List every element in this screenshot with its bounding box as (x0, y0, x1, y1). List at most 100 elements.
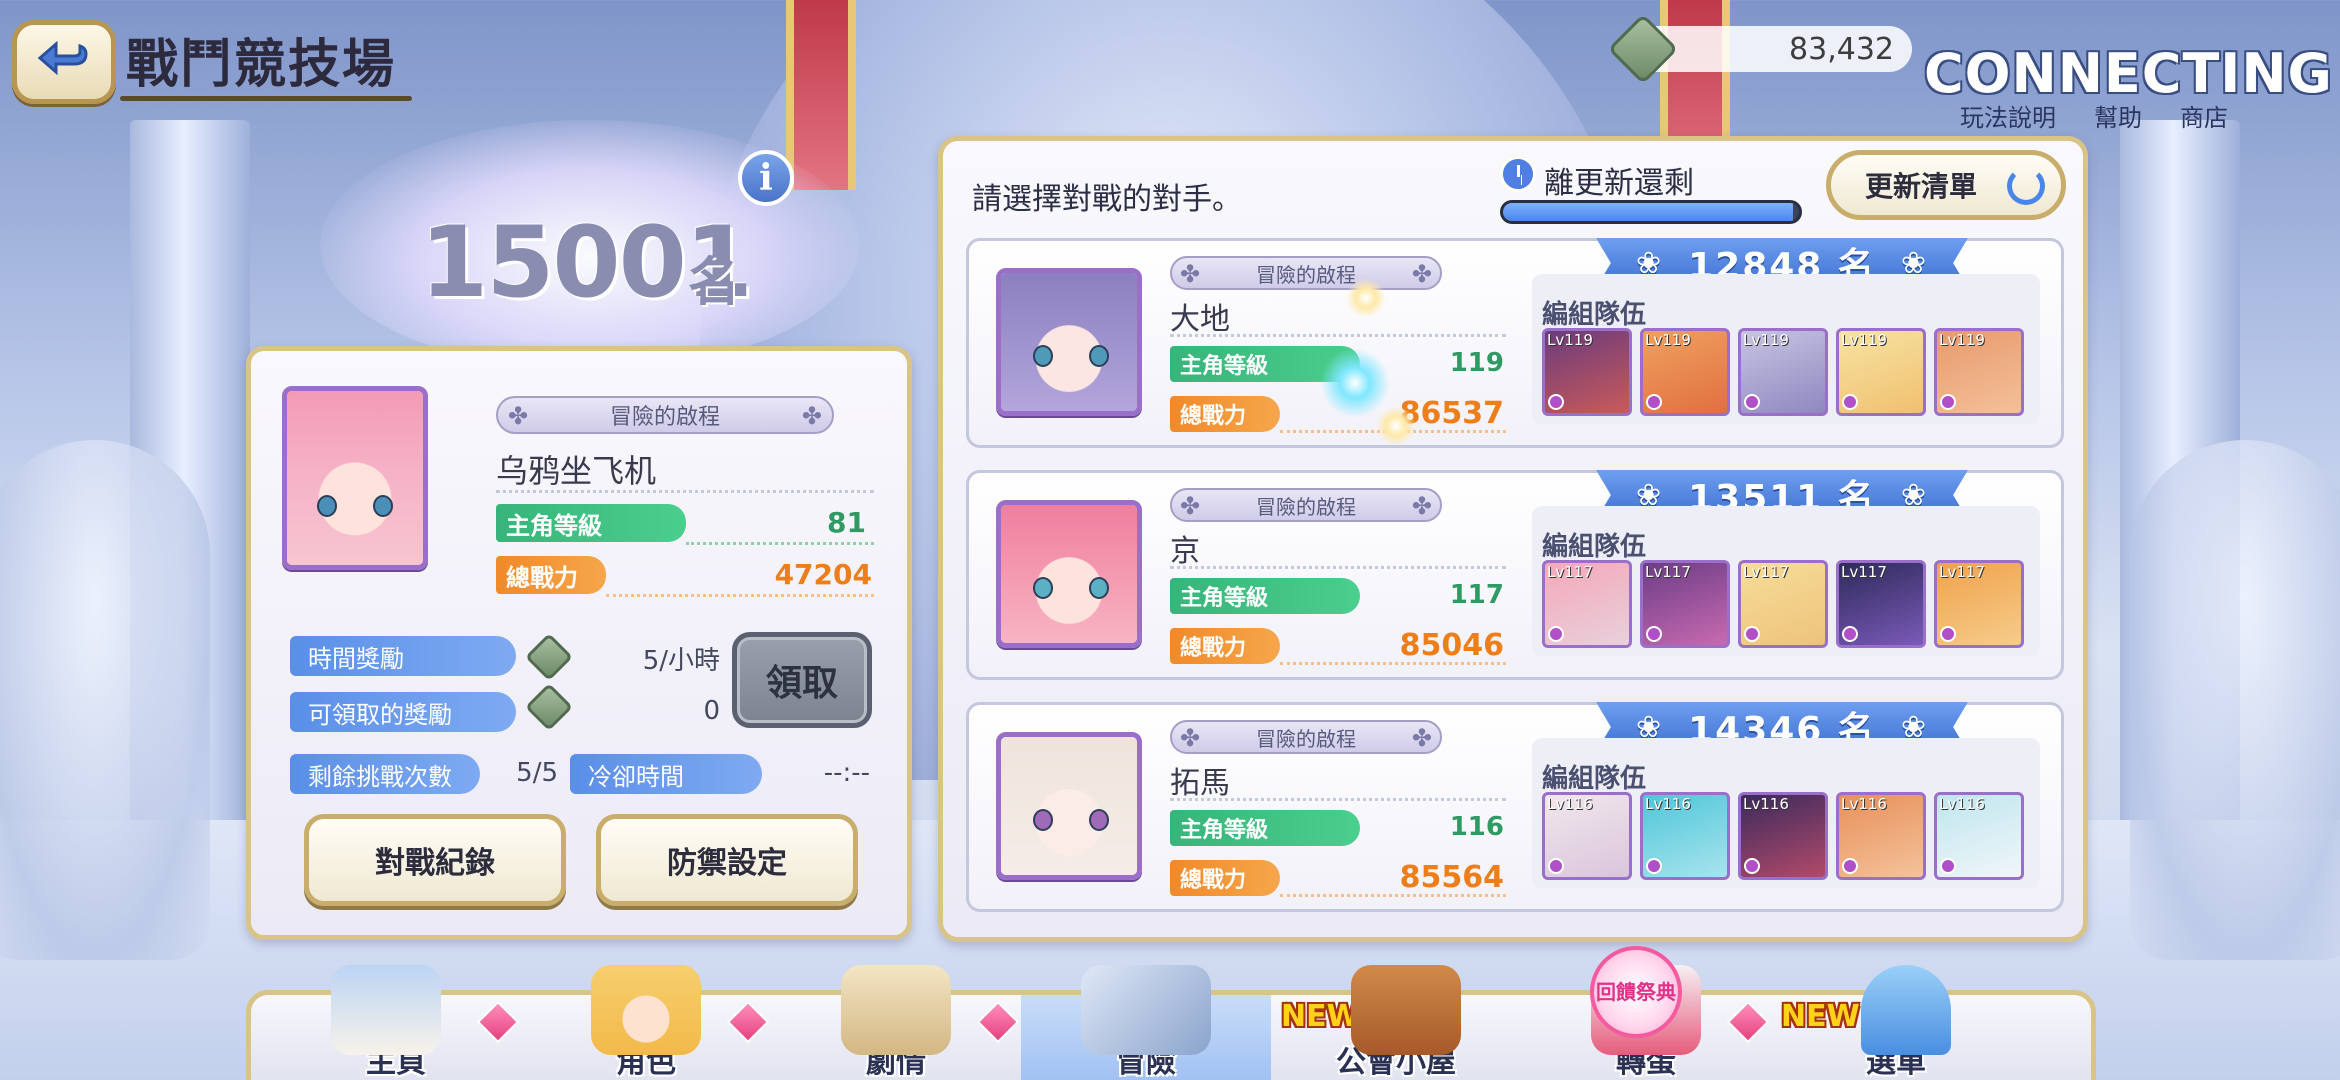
rank-badge-icon (1646, 858, 1662, 874)
claimable-reward-label: 可領取的獎勵 (290, 692, 516, 732)
opponent-power-value: 85046 (1399, 628, 1504, 663)
title-underline (120, 96, 412, 101)
member-level: Lv116 (1645, 795, 1691, 813)
divider (1170, 566, 1506, 569)
player-level-value: 81 (827, 506, 866, 539)
team-member-icon[interactable]: Lv119 (1836, 328, 1926, 416)
opponent-avatar (996, 500, 1142, 648)
claim-button[interactable]: 領取 (732, 632, 872, 728)
avatar-face (1001, 737, 1137, 875)
opponent-subtitle-text: 冒險的啟程 (1256, 726, 1356, 751)
team-member-icon[interactable]: Lv116 (1542, 792, 1632, 880)
team-member-icon[interactable]: Lv116 (1836, 792, 1926, 880)
team-member-icon[interactable]: Lv117 (1738, 560, 1828, 648)
opponent-name: 京 (1170, 534, 1200, 569)
team-member-icon[interactable]: Lv116 (1738, 792, 1828, 880)
player-avatar (282, 386, 428, 570)
opponent-subtitle: ✤ 冒險的啟程 ✤ (1170, 256, 1442, 290)
team-member-icon[interactable]: Lv117 (1836, 560, 1926, 648)
time-reward-value: 5/小時 (642, 646, 720, 676)
rank-badge-icon (1940, 394, 1956, 410)
member-level: Lv116 (1547, 795, 1593, 813)
avatar-face (287, 391, 423, 565)
refresh-list-button[interactable]: 更新清單 (1826, 150, 2066, 220)
avatar-eye (317, 495, 337, 517)
opponent-avatar (996, 268, 1142, 416)
character-icon (591, 965, 701, 1055)
nav-item-story[interactable]: 劇情 (771, 965, 1021, 1080)
rules-link[interactable]: 玩法說明 (1960, 98, 2056, 133)
help-link[interactable]: 幫助 (2094, 98, 2142, 133)
team-member-icon[interactable]: Lv117 (1640, 560, 1730, 648)
crossed-swords-icon (1081, 965, 1211, 1055)
back-button[interactable] (12, 20, 116, 104)
team-member-icon[interactable]: Lv117 (1542, 560, 1632, 648)
nav-item-adventure[interactable]: 冒險 (1021, 965, 1271, 1080)
team-member-icon[interactable]: Lv117 (1934, 560, 2024, 648)
event-festival-badge[interactable]: 回饋祭典 (1590, 946, 1682, 1038)
rank-badge-icon (1548, 394, 1564, 410)
team-member-icon[interactable]: Lv119 (1934, 328, 2024, 416)
avatar-eye (1033, 809, 1053, 831)
info-button[interactable]: i (738, 150, 794, 206)
bottom-nav: 主頁 角色 劇情 冒險 NEW 公會小屋 轉蛋 NEW 選單 (246, 965, 2096, 1080)
nav-item-guild-house[interactable]: NEW 公會小屋 (1271, 965, 1521, 1080)
rank-badge-icon (1548, 858, 1564, 874)
statue (2130, 440, 2340, 960)
avatar-eye (1033, 577, 1053, 599)
cooldown-label: 冷卻時間 (570, 754, 762, 794)
avatar-face (1001, 505, 1137, 643)
rank-badge-icon (1646, 394, 1662, 410)
rank-badge-icon (1842, 626, 1858, 642)
nav-item-characters[interactable]: 角色 (521, 965, 771, 1080)
member-level: Lv119 (1645, 331, 1691, 349)
team-member-icon[interactable]: Lv119 (1542, 328, 1632, 416)
player-name: 乌鸦坐飞机 (496, 452, 657, 490)
nav-item-home[interactable]: 主頁 (271, 965, 521, 1080)
clover-icon: ✤ (1411, 260, 1432, 288)
clock-icon (1500, 156, 1536, 192)
opponent-subtitle-text: 冒險的啟程 (1256, 494, 1356, 519)
opponent-level-label: 主角等級 (1170, 578, 1360, 614)
crystal-icon (1861, 965, 1951, 1055)
refresh-list-label: 更新清單 (1865, 170, 1978, 203)
opponent-subtitle-text: 冒險的啟程 (1256, 262, 1356, 287)
team-member-icon[interactable]: Lv116 (1934, 792, 2024, 880)
door-icon (1351, 965, 1461, 1055)
opponents-heading: 請選擇對戰的對手。 (972, 182, 1242, 217)
new-badge: NEW (1781, 999, 1860, 1034)
nav-item-menu[interactable]: NEW 選單 (1771, 965, 2021, 1080)
sparkle-effect (1376, 406, 1416, 446)
member-level: Lv119 (1841, 331, 1887, 349)
member-level: Lv117 (1939, 563, 1985, 581)
claimable-reward-value: 0 (703, 696, 720, 726)
notification-diamond-icon (1726, 1000, 1770, 1044)
opponent-power-label: 總戰力 (1170, 396, 1280, 432)
coin-value: 83,432 (1789, 31, 1894, 67)
notification-diamond-icon (726, 1000, 770, 1044)
team-member-icon[interactable]: Lv116 (1640, 792, 1730, 880)
member-level: Lv119 (1547, 331, 1593, 349)
statue (0, 440, 210, 960)
rank-badge-icon (1842, 394, 1858, 410)
rank-badge-icon (1646, 626, 1662, 642)
player-level-label: 主角等級 (496, 504, 686, 542)
refresh-icon (2007, 167, 2045, 205)
team-member-icon[interactable]: Lv119 (1640, 328, 1730, 416)
player-rank-unit: 名 (688, 253, 741, 313)
clover-icon: ✤ (1411, 492, 1432, 520)
divider (1170, 798, 1506, 801)
new-badge: NEW (1281, 999, 1360, 1034)
shop-link[interactable]: 商店 (2180, 98, 2228, 133)
info-icon: i (759, 157, 773, 199)
team-member-icon[interactable]: Lv119 (1738, 328, 1828, 416)
opponent-power-label: 總戰力 (1170, 628, 1280, 664)
battle-history-button[interactable]: 對戰紀錄 (304, 814, 566, 906)
time-reward-label: 時間獎勵 (290, 636, 516, 676)
defense-setup-button[interactable]: 防禦設定 (596, 814, 858, 906)
clover-icon: ✤ (1180, 724, 1201, 752)
opponent-level-value: 116 (1449, 812, 1504, 842)
challenges-value: 5/5 (516, 758, 558, 788)
avatar-eye (1089, 345, 1109, 367)
divider (1280, 894, 1506, 897)
